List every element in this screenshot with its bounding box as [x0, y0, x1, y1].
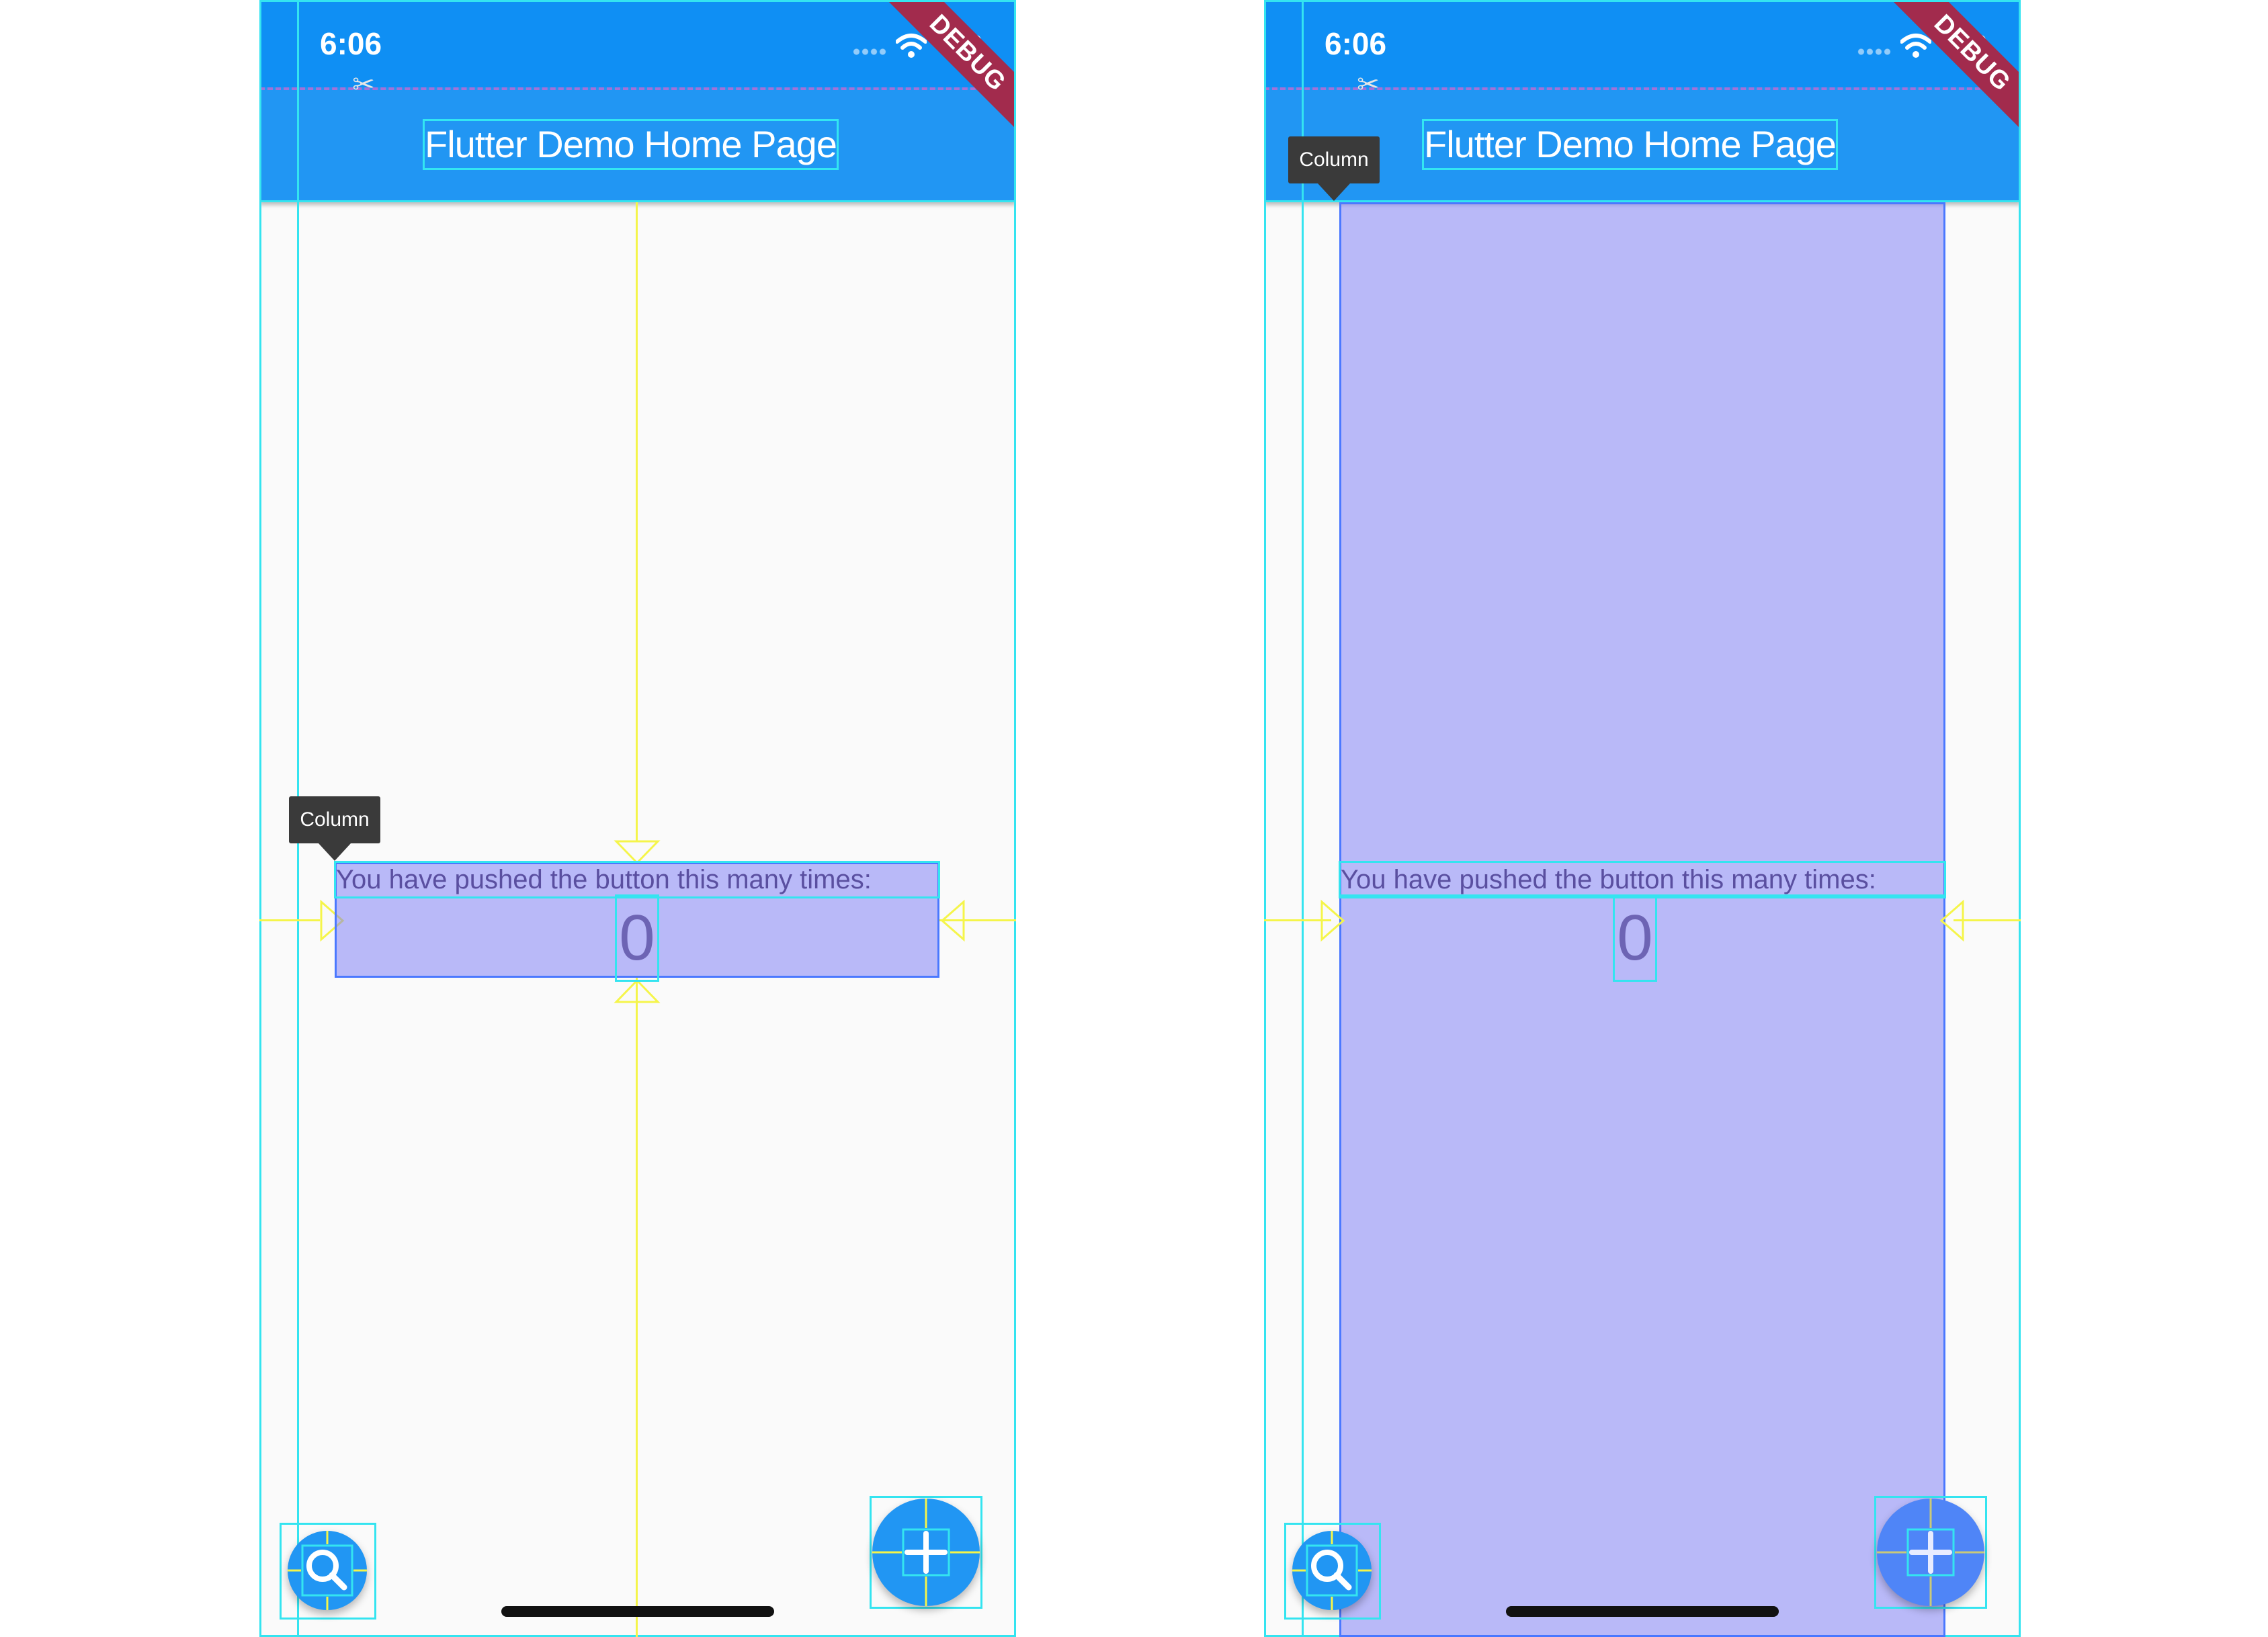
- guide-line: [259, 0, 1016, 2]
- inspector-tooltip: Column: [289, 796, 380, 861]
- home-indicator: [1506, 1606, 1779, 1617]
- add-icon: [1877, 1499, 1984, 1606]
- wifi-icon: [1900, 34, 1931, 58]
- guide-line: [1264, 0, 2021, 2]
- counter-value: 0: [615, 894, 659, 982]
- arrow-down-icon: [614, 840, 661, 865]
- signal-icon: [1857, 48, 1892, 55]
- status-time: 6:06: [1325, 26, 1387, 61]
- add-icon: [872, 1499, 980, 1606]
- alignment-guide: [636, 202, 638, 841]
- guide-line: [1302, 0, 1304, 1637]
- phone-screen-left: 6:06 ✂ Flutter Demo Home Page DEBUG You …: [259, 0, 1016, 1637]
- arrow-left-icon: [1939, 899, 1964, 942]
- scissors-icon: ✂: [1357, 69, 1380, 100]
- guide-line: [259, 200, 1016, 202]
- guide-line: [259, 0, 261, 1637]
- counter-value: 0: [1613, 894, 1657, 982]
- signal-icon: [852, 48, 887, 55]
- search-fab[interactable]: [288, 1531, 367, 1610]
- alignment-guide: [259, 919, 320, 921]
- status-time: 6:06: [320, 26, 382, 61]
- app-bar: 6:06 ✂ Flutter Demo Home Page DEBUG: [259, 0, 1016, 202]
- search-icon: [1292, 1531, 1372, 1610]
- counter-label: You have pushed the button this many tim…: [334, 861, 940, 898]
- increment-fab[interactable]: [872, 1499, 980, 1606]
- search-icon: [288, 1531, 367, 1610]
- guide-line: [2019, 0, 2021, 1637]
- counter-label: You have pushed the button this many tim…: [1339, 861, 1946, 898]
- search-fab[interactable]: [1292, 1531, 1372, 1610]
- alignment-guide: [636, 978, 638, 1637]
- arrow-left-icon: [940, 899, 965, 942]
- guide-line: [1264, 0, 1266, 1637]
- app-title: Flutter Demo Home Page: [1422, 119, 1838, 170]
- increment-fab[interactable]: [1877, 1499, 1984, 1606]
- inspector-tooltip: Column: [1288, 136, 1380, 201]
- app-title: Flutter Demo Home Page: [423, 119, 839, 170]
- home-indicator: [501, 1606, 774, 1617]
- arrow-right-icon: [1320, 899, 1345, 942]
- wifi-icon: [896, 34, 927, 58]
- arrow-up-icon: [614, 978, 661, 1003]
- phone-screen-right: 6:06 ✂ Flutter Demo Home Page DEBUG You …: [1264, 0, 2021, 1637]
- scissors-icon: ✂: [352, 69, 375, 100]
- guide-line: [1014, 0, 1016, 1637]
